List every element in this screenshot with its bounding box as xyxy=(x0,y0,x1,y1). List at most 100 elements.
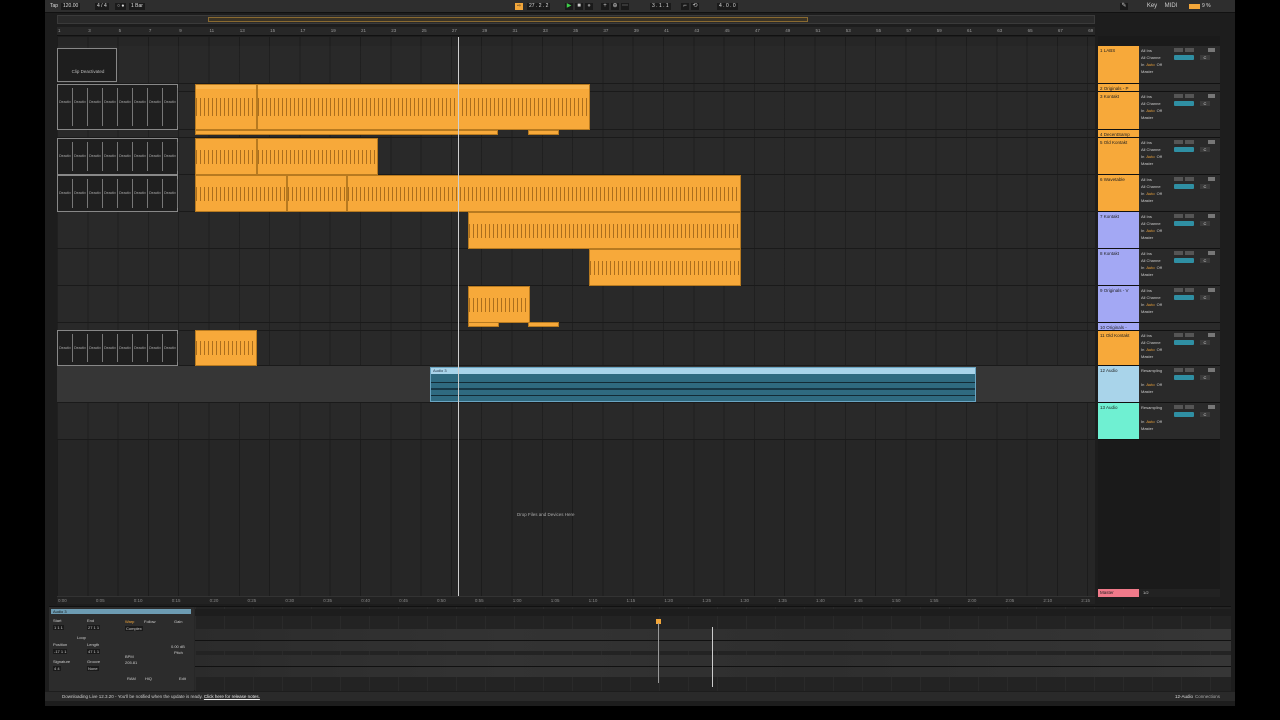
output-select[interactable]: Master xyxy=(1141,354,1153,359)
monitor-auto-button[interactable]: Auto xyxy=(1146,62,1154,67)
deactivated-clip[interactable]: Clip Deactivated xyxy=(57,48,117,82)
track-name[interactable]: 10 Originals - xyxy=(1098,323,1139,330)
input-channel-select[interactable]: All Channe xyxy=(1141,55,1161,60)
position-field[interactable]: -17 1 1 xyxy=(53,649,68,654)
monitor-in-button[interactable]: In xyxy=(1141,108,1144,113)
track-header[interactable]: 10 Originals - xyxy=(1098,323,1220,331)
tap-tempo-button[interactable]: Tap xyxy=(50,3,58,10)
bpm-field[interactable]: 205.81 xyxy=(125,660,137,665)
monitor-auto-button[interactable]: Auto xyxy=(1146,191,1154,196)
track-activator-button[interactable] xyxy=(1174,140,1183,144)
output-select[interactable]: Master xyxy=(1141,426,1153,431)
sample-editor[interactable] xyxy=(195,607,1231,691)
hiq-toggle[interactable]: HiQ xyxy=(145,676,152,681)
warp-mode-select[interactable]: Complex xyxy=(125,626,143,631)
track-header[interactable]: 4 DecentSamp xyxy=(1098,130,1220,138)
gain-field[interactable]: 0.00 dB xyxy=(171,644,185,649)
input-type-select[interactable]: All Ins xyxy=(1141,94,1152,99)
track-name[interactable]: 4 DecentSamp xyxy=(1098,130,1139,137)
input-channel-select[interactable]: All Channe xyxy=(1141,147,1161,152)
monitor-in-button[interactable]: In xyxy=(1141,62,1144,67)
monitor-off-button[interactable]: Off xyxy=(1157,347,1162,352)
input-type-select[interactable]: All Ins xyxy=(1141,48,1152,53)
midi-clip[interactable] xyxy=(528,130,559,135)
output-select[interactable]: Master xyxy=(1141,272,1153,277)
monitor-in-button[interactable]: In xyxy=(1141,419,1144,424)
monitor-switch[interactable]: In Auto Off xyxy=(1141,302,1164,307)
output-select[interactable]: Master xyxy=(1141,309,1153,314)
monitor-off-button[interactable]: Off xyxy=(1157,265,1162,270)
pan-knob[interactable]: C xyxy=(1200,375,1210,380)
monitor-in-button[interactable]: In xyxy=(1141,154,1144,159)
solo-button[interactable] xyxy=(1185,368,1194,372)
volume-fader[interactable] xyxy=(1174,340,1194,345)
monitor-off-button[interactable]: Off xyxy=(1157,302,1162,307)
arm-button[interactable] xyxy=(1208,177,1215,181)
midi-clip[interactable] xyxy=(589,249,741,286)
monitor-auto-button[interactable]: Auto xyxy=(1146,382,1154,387)
release-notes-link[interactable]: Click here for release notes. xyxy=(204,694,260,699)
monitor-in-button[interactable]: In xyxy=(1141,347,1144,352)
monitor-off-button[interactable]: Off xyxy=(1157,228,1162,233)
monitor-auto-button[interactable]: Auto xyxy=(1146,108,1154,113)
monitor-switch[interactable]: In Auto Off xyxy=(1141,108,1164,113)
pan-knob[interactable]: C xyxy=(1200,147,1210,152)
midi-map-button[interactable]: MIDI xyxy=(1163,3,1179,10)
midi-clip[interactable] xyxy=(468,322,499,327)
monitor-off-button[interactable]: Off xyxy=(1157,191,1162,196)
track-activator-button[interactable] xyxy=(1174,94,1183,98)
track-header[interactable]: 2 Originals - P xyxy=(1098,84,1220,92)
monitor-switch[interactable]: In Auto Off xyxy=(1141,154,1164,159)
quantize-menu[interactable]: 1 Bar xyxy=(129,3,145,10)
pan-knob[interactable]: C xyxy=(1200,221,1210,226)
output-select[interactable]: Master xyxy=(1141,235,1153,240)
input-type-select[interactable]: All Ins xyxy=(1141,214,1152,219)
monitor-switch[interactable]: In Auto Off xyxy=(1141,191,1164,196)
pan-knob[interactable]: C xyxy=(1200,412,1210,417)
track-header[interactable]: 9 Originals - V All Ins All Channe In Auto Of… xyxy=(1098,286,1220,323)
track-header[interactable]: 7 Kontakt All Ins All Channe In Auto Off Maste… xyxy=(1098,212,1220,249)
groove-field[interactable]: None xyxy=(87,666,99,671)
track-header[interactable]: 12 Audio Resampling In Auto Off Master C xyxy=(1098,366,1220,403)
solo-button[interactable] xyxy=(1185,333,1194,337)
time-ruler[interactable]: 0:00 0:05 0:10 0:15 0:20 0:25 0:30 0:35 0:40 0:45… xyxy=(57,596,1095,604)
solo-button[interactable] xyxy=(1185,288,1194,292)
arm-button[interactable] xyxy=(1208,214,1215,218)
track-lane[interactable] xyxy=(57,249,1095,286)
pan-knob[interactable]: C xyxy=(1200,258,1210,263)
pan-knob[interactable]: C xyxy=(1200,55,1210,60)
track-name[interactable]: 13 Audio xyxy=(1098,403,1139,439)
arm-button[interactable] xyxy=(1208,251,1215,255)
solo-button[interactable] xyxy=(1185,251,1194,255)
deactivated-clip-group[interactable]: Deactiv Deactiv Deactiv Deactiv Deactiv … xyxy=(57,138,178,175)
warp-toggle[interactable]: Warp xyxy=(125,619,134,624)
monitor-off-button[interactable]: Off xyxy=(1157,382,1162,387)
monitor-switch[interactable]: In Auto Off xyxy=(1141,62,1164,67)
key-map-button[interactable]: Key xyxy=(1145,3,1159,10)
input-channel-select[interactable]: All Channe xyxy=(1141,184,1161,189)
track-activator-button[interactable] xyxy=(1174,251,1183,255)
monitor-auto-button[interactable]: Auto xyxy=(1146,265,1154,270)
beat-ruler[interactable]: 1 3 5 7 9 11 13 15 17 19 21 23 25 27 29 31 33 35 37 39 41 43 4… xyxy=(57,27,1095,36)
output-select[interactable]: Master xyxy=(1141,115,1153,120)
solo-button[interactable] xyxy=(1185,94,1194,98)
monitor-switch[interactable]: In Auto Off xyxy=(1141,347,1164,352)
pan-knob[interactable]: C xyxy=(1200,295,1210,300)
length-field[interactable]: 47 1 1 xyxy=(87,649,101,654)
input-type-select[interactable]: Resampling xyxy=(1141,368,1162,373)
track-activator-button[interactable] xyxy=(1174,405,1183,409)
input-type-select[interactable]: All Ins xyxy=(1141,251,1152,256)
output-select[interactable]: Master xyxy=(1141,389,1153,394)
track-lane[interactable] xyxy=(57,286,1095,323)
monitor-switch[interactable]: In Auto Off xyxy=(1141,265,1164,270)
midi-clip[interactable] xyxy=(195,138,257,175)
automation-arm-icon[interactable]: ⊕ xyxy=(611,3,619,10)
solo-button[interactable] xyxy=(1185,140,1194,144)
monitor-switch[interactable]: In Auto Off xyxy=(1141,419,1164,424)
volume-fader[interactable] xyxy=(1174,412,1194,417)
midi-clip[interactable] xyxy=(347,175,741,212)
solo-button[interactable] xyxy=(1185,177,1194,181)
loop-toggle-icon[interactable]: ⟲ xyxy=(691,3,699,10)
track-activator-button[interactable] xyxy=(1174,48,1183,52)
track-header[interactable]: 1 LABS All Ins All Channe In Auto Off Master C xyxy=(1098,46,1220,84)
